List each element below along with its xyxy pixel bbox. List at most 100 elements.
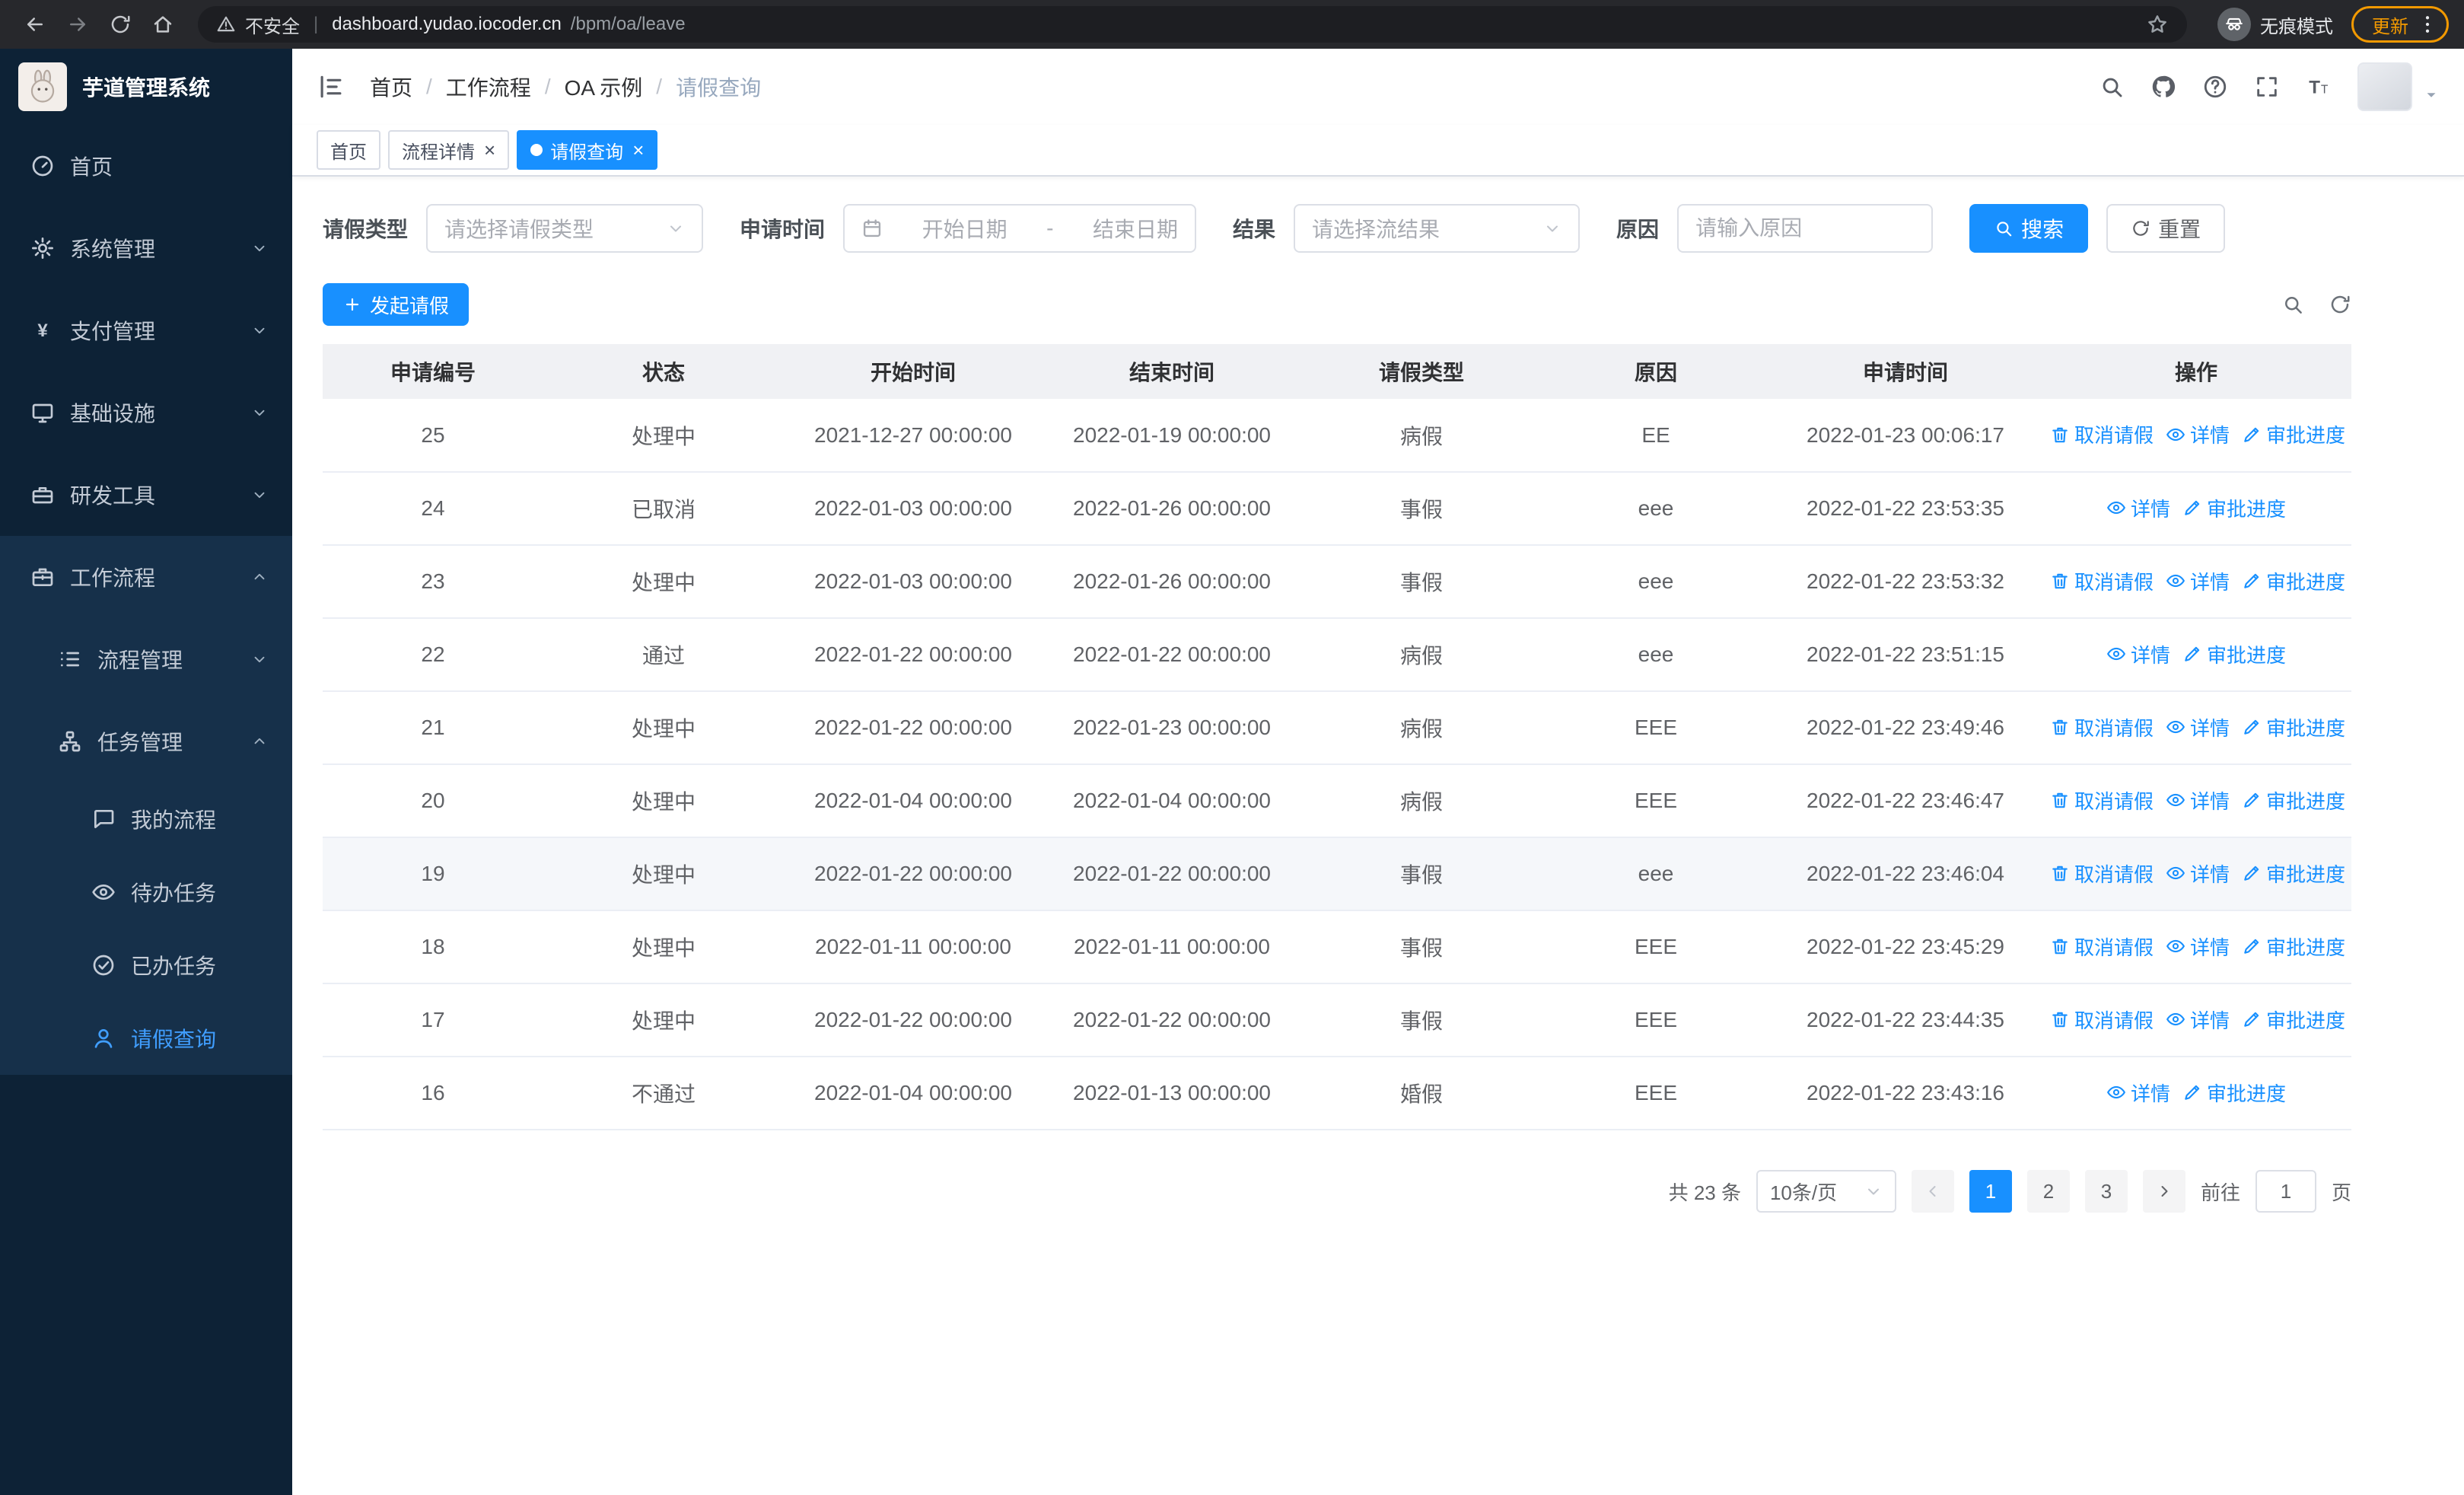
tab-流程详情[interactable]: 流程详情 ×	[388, 130, 510, 170]
action-progress-link[interactable]: 审批进度	[2182, 1079, 2286, 1107]
sidebar-item-workflow[interactable]: 工作流程	[0, 536, 292, 618]
goto-page-input[interactable]	[2255, 1170, 2316, 1213]
page-button-2[interactable]: 2	[2026, 1170, 2070, 1213]
table-header-row: 申请编号 状态 开始时间 结束时间 请假类型 原因 申请时间 操作	[323, 344, 2351, 399]
update-button[interactable]: 更新	[2351, 6, 2449, 43]
close-tab-icon[interactable]: ×	[632, 140, 644, 160]
action-detail-link[interactable]: 详情	[2106, 494, 2170, 522]
page-size-select[interactable]: 10条/页	[1756, 1170, 1896, 1213]
refresh-table-icon[interactable]	[2329, 293, 2351, 316]
cell-id: 25	[323, 399, 543, 473]
result-select[interactable]: 请选择流结果	[1294, 204, 1581, 253]
close-tab-icon[interactable]: ×	[484, 140, 495, 160]
breadcrumb-item[interactable]: OA 示例	[565, 72, 643, 102]
trash-icon	[2050, 790, 2070, 810]
breadcrumb: 首页 / 工作流程 / OA 示例 / 请假查询	[370, 72, 761, 102]
sidebar-item-task-mgmt[interactable]: 任务管理	[0, 700, 292, 783]
back-button[interactable]	[15, 5, 55, 44]
sidebar-item-system[interactable]: 系统管理	[0, 207, 292, 289]
action-cancel-link[interactable]: 取消请假	[2050, 713, 2154, 741]
top-header: 首页 / 工作流程 / OA 示例 / 请假查询 TT	[292, 49, 2464, 125]
action-cancel-link[interactable]: 取消请假	[2050, 1006, 2154, 1034]
next-page-button[interactable]	[2142, 1170, 2185, 1213]
forward-button[interactable]	[58, 5, 97, 44]
browser-menu-icon[interactable]	[2416, 13, 2439, 36]
cell-applied: 2022-01-22 23:53:35	[1770, 472, 2041, 546]
cell-status: 已取消	[543, 472, 784, 546]
action-progress-link[interactable]: 审批进度	[2242, 713, 2345, 741]
sidebar-item-payment[interactable]: ¥ 支付管理	[0, 289, 292, 371]
address-bar[interactable]: 不安全 | dashboard.yudao.iocoder.cn/bpm/oa/…	[198, 6, 2187, 43]
help-icon[interactable]	[2202, 74, 2228, 100]
action-detail-link[interactable]: 详情	[2166, 932, 2230, 961]
search-icon[interactable]	[2099, 74, 2125, 100]
action-detail-link[interactable]: 详情	[2166, 859, 2230, 888]
collapse-sidebar-icon[interactable]	[317, 72, 345, 101]
reset-button[interactable]: 重置	[2106, 204, 2226, 253]
cell-status: 通过	[543, 618, 784, 692]
action-detail-link[interactable]: 详情	[2166, 713, 2230, 741]
search-button[interactable]: 搜索	[1969, 204, 2089, 253]
action-progress-link[interactable]: 审批进度	[2182, 494, 2286, 522]
github-icon[interactable]	[2150, 74, 2176, 100]
page-button-1[interactable]: 1	[1969, 1170, 2012, 1213]
action-cancel-link[interactable]: 取消请假	[2050, 786, 2154, 814]
page-button-3[interactable]: 3	[2084, 1170, 2128, 1213]
font-size-icon[interactable]: TT	[2306, 74, 2332, 100]
sidebar-item-my-process[interactable]: 我的流程	[0, 783, 292, 856]
cell-status: 处理中	[543, 983, 784, 1057]
action-progress-link[interactable]: 审批进度	[2242, 1006, 2345, 1034]
action-progress-link[interactable]: 审批进度	[2242, 567, 2345, 595]
home-button[interactable]	[143, 5, 183, 44]
chevron-down-icon	[251, 322, 268, 339]
action-cancel-link[interactable]: 取消请假	[2050, 932, 2154, 961]
tab-首页[interactable]: 首页	[317, 130, 380, 170]
eye-icon	[2166, 790, 2185, 810]
leave-type-select[interactable]: 请选择请假类型	[426, 204, 704, 253]
avatar-caret-icon[interactable]	[2423, 87, 2440, 104]
action-cancel-link[interactable]: 取消请假	[2050, 859, 2154, 888]
table-body: 25 处理中 2021-12-27 00:00:00 2022-01-19 00:00…	[323, 399, 2351, 1130]
action-cancel-link[interactable]: 取消请假	[2050, 567, 2154, 595]
action-progress-link[interactable]: 审批进度	[2242, 859, 2345, 888]
security-label[interactable]: 不安全	[245, 11, 300, 38]
action-cancel-link[interactable]: 取消请假	[2050, 420, 2154, 448]
sidebar-item-done-task[interactable]: 已办任务	[0, 929, 292, 1002]
toggle-search-icon[interactable]	[2281, 293, 2304, 316]
action-progress-link[interactable]: 审批进度	[2182, 640, 2286, 668]
bookmark-star-icon[interactable]	[2146, 13, 2169, 36]
result-placeholder: 请选择流结果	[1312, 218, 1441, 241]
pagination-total: 共 23 条	[1668, 1181, 1741, 1204]
reason-input[interactable]	[1677, 204, 1934, 253]
action-progress-link[interactable]: 审批进度	[2242, 932, 2345, 961]
avatar[interactable]	[2357, 62, 2412, 111]
chevron-down-icon	[251, 486, 268, 503]
sidebar-item-devtools[interactable]: 研发工具	[0, 454, 292, 536]
breadcrumb-item[interactable]: 首页	[370, 72, 412, 102]
breadcrumb-item[interactable]: 工作流程	[446, 72, 531, 102]
sidebar-item-process-mgmt[interactable]: 流程管理	[0, 618, 292, 700]
sidebar-item-leave-query[interactable]: 请假查询	[0, 1002, 292, 1075]
action-progress-link[interactable]: 审批进度	[2242, 786, 2345, 814]
sidebar-item-todo-task[interactable]: 待办任务	[0, 856, 292, 929]
sidebar-item-infra[interactable]: 基础设施	[0, 371, 292, 454]
tab-请假查询[interactable]: 请假查询 ×	[517, 130, 658, 170]
create-leave-button[interactable]: 发起请假	[323, 283, 470, 326]
action-progress-link[interactable]: 审批进度	[2242, 420, 2345, 448]
action-detail-link[interactable]: 详情	[2166, 1006, 2230, 1034]
cell-type: 事假	[1301, 545, 1542, 619]
fullscreen-icon[interactable]	[2254, 74, 2280, 100]
cell-status: 处理中	[543, 399, 784, 473]
action-detail-link[interactable]: 详情	[2106, 1079, 2170, 1107]
refresh-icon	[2131, 218, 2150, 238]
url-separator: |	[314, 14, 319, 34]
action-detail-link[interactable]: 详情	[2166, 420, 2230, 448]
reload-button[interactable]	[100, 5, 140, 44]
sidebar-item-home[interactable]: 首页	[0, 125, 292, 207]
action-detail-link[interactable]: 详情	[2166, 786, 2230, 814]
prev-page-button[interactable]	[1911, 1170, 1954, 1213]
action-detail-link[interactable]: 详情	[2106, 640, 2170, 668]
action-detail-link[interactable]: 详情	[2166, 567, 2230, 595]
apply-time-label: 申请时间	[740, 218, 826, 241]
apply-time-range-picker[interactable]: 开始日期 - 结束日期	[843, 204, 1197, 253]
